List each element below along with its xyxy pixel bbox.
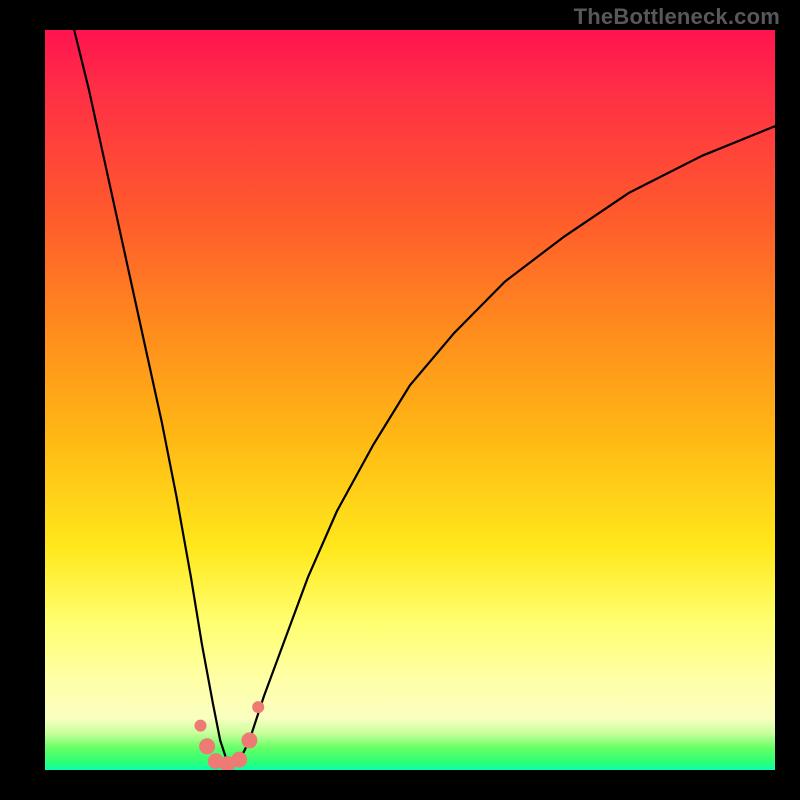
marker-dot <box>195 720 207 732</box>
marker-dot <box>231 752 247 768</box>
chart-frame: TheBottleneck.com <box>0 0 800 800</box>
bottleneck-curve <box>74 30 775 763</box>
optimal-zone-markers <box>195 701 265 770</box>
curve-layer <box>45 30 775 770</box>
marker-dot <box>252 701 264 713</box>
plot-area <box>45 30 775 770</box>
watermark-text: TheBottleneck.com <box>574 4 780 30</box>
marker-dot <box>241 732 257 748</box>
marker-dot <box>199 738 215 754</box>
